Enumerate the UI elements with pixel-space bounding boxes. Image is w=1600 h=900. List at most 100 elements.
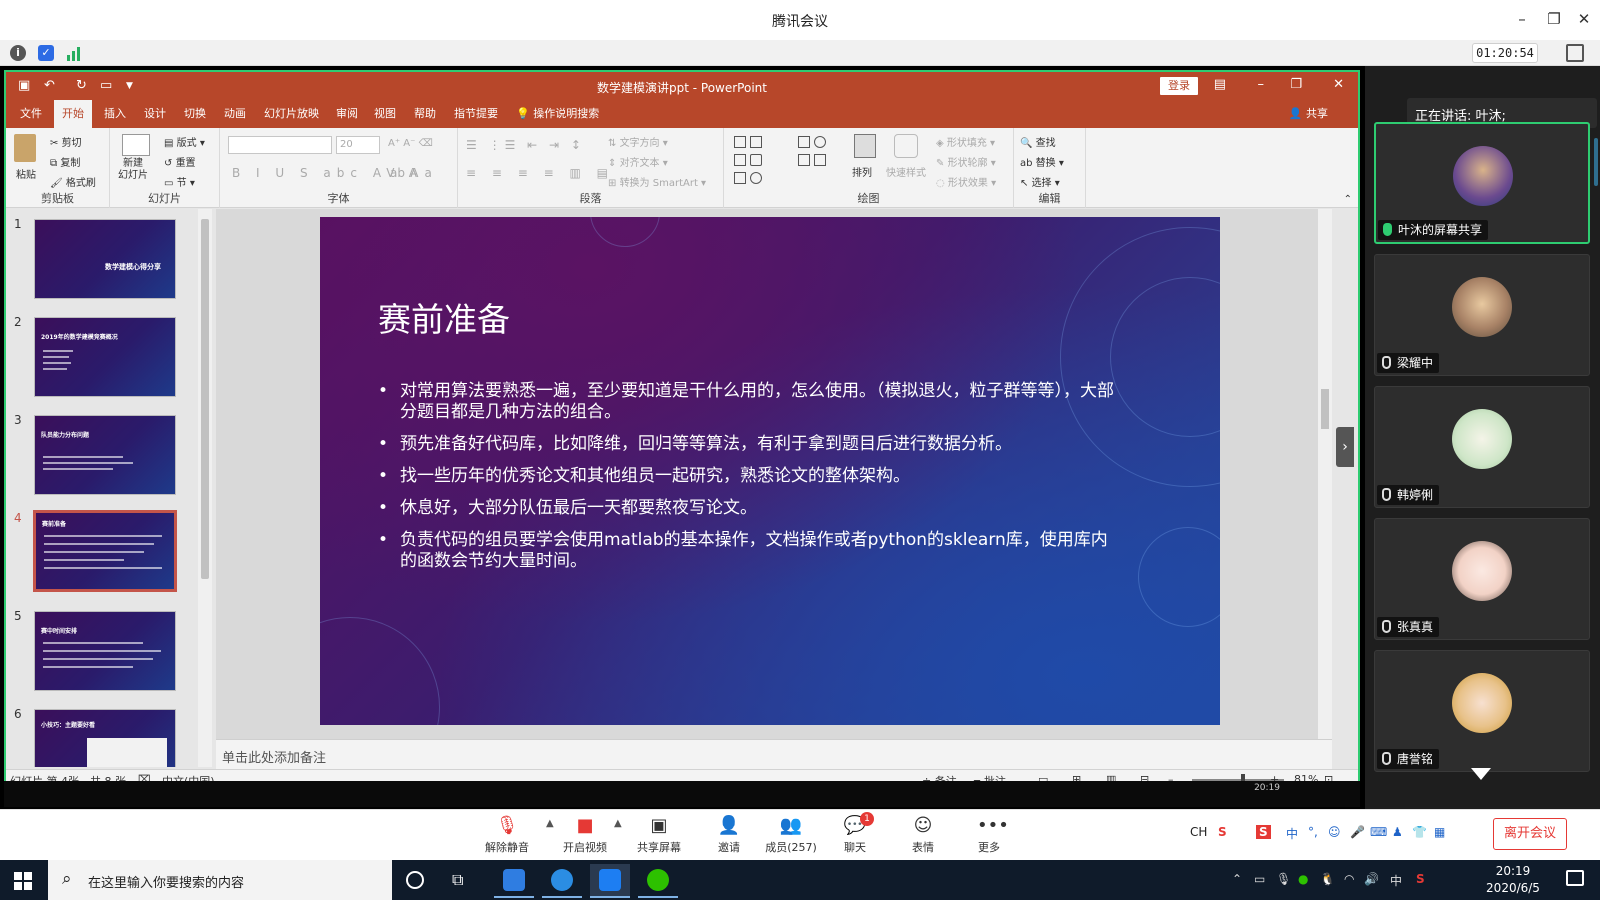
thumbnails-scrollbar[interactable] [198,209,212,767]
font-family-select[interactable] [228,136,332,154]
members-button[interactable]: 👥 成员(257) [756,813,826,859]
qq-icon[interactable]: 🐧 [1320,872,1335,886]
find-button[interactable]: 🔍 查找 [1020,134,1056,149]
slide-thumbnail-5[interactable]: 赛中时间安排 [34,611,176,691]
tab-view[interactable]: 视图 [366,100,404,128]
voice-input-icon[interactable]: 🎤 [1350,825,1365,839]
taskbar-tencent-meeting-app[interactable] [590,864,630,898]
slide-thumbnail-4[interactable]: 赛前准备 [33,510,177,592]
tab-animations[interactable]: 动画 [216,100,254,128]
ime-lang[interactable]: CH [1190,825,1207,839]
participants-scrollbar[interactable] [1594,138,1598,186]
battery-icon[interactable]: ▭ [1254,872,1265,886]
tab-slideshow[interactable]: 幻灯片放映 [256,100,327,128]
toolbox-icon[interactable]: ▦ [1434,825,1445,839]
invite-button[interactable]: 👤 邀请 [694,813,764,859]
participant-tile[interactable]: 韩婷俐 [1374,386,1590,508]
text-direction-button[interactable]: ⇅ 文字方向 ▾ [608,134,668,149]
shape-effects-button[interactable]: ◌ 形状效果 ▾ [936,174,996,189]
slide-thumbnail-3[interactable]: 队员能力分布问题 [34,415,176,495]
tab-transitions[interactable]: 切换 [176,100,214,128]
ppt-minimize-icon[interactable]: – [1258,77,1265,92]
volume-icon[interactable]: 🔊 [1364,872,1379,886]
sogou-tray-icon[interactable]: S [1416,872,1425,886]
more-button[interactable]: ••• 更多 [954,813,1024,859]
share-button[interactable]: 👤 共享 [1281,100,1336,128]
slide-thumbnail-6[interactable]: 小技巧：主题要好看 [34,709,176,767]
taskbar-search-box[interactable]: ⌕ 在这里输入你要搜索的内容 [48,860,392,900]
emoji-icon[interactable]: ☺ [1328,825,1341,839]
expand-panel-chevron-icon[interactable]: › [1336,427,1354,467]
slide-thumbnail-1[interactable]: 数学建模心得分享 [34,219,176,299]
scrollbar-thumb[interactable] [1321,389,1329,429]
ppt-close-icon[interactable]: ✕ [1333,77,1344,92]
arrange-icon[interactable] [854,134,876,158]
tab-help[interactable]: 帮助 [406,100,444,128]
sogou-icon[interactable]: S [1218,825,1227,839]
scroll-down-arrow-icon[interactable] [1471,768,1491,780]
tab-home[interactable]: 开始 [54,100,92,128]
collapse-ribbon-icon[interactable]: ⌃ [1344,194,1352,205]
participant-tile[interactable]: 唐誉铭 [1374,650,1590,772]
taskbar-wps-app[interactable] [494,864,534,898]
font-color-icon[interactable]: ab A [390,166,417,180]
sogou-logo-icon[interactable]: S [1256,825,1271,839]
layout-button[interactable]: ▤ 版式 ▾ [164,134,205,149]
select-button[interactable]: ↖ 选择 ▾ [1020,174,1060,189]
info-icon[interactable]: i [10,45,26,61]
participant-tile[interactable]: 梁耀中 [1374,254,1590,376]
start-video-button[interactable]: ■ 开启视频 [550,813,620,859]
paste-button[interactable]: 粘贴 [16,166,36,181]
chat-button[interactable]: 💬 1 聊天 [820,812,890,859]
notifications-icon[interactable] [1566,870,1584,886]
format-painter-button[interactable]: 🖌 格式刷 [50,174,96,189]
user-icon[interactable]: ♟ [1392,825,1403,839]
grow-font-icon[interactable]: A⁺ A⁻ ⌫ [388,138,433,149]
align-buttons[interactable]: ≡ ≡ ≡ ≡ ▥ ▤ [466,166,614,180]
tray-ime[interactable]: 中 [1390,872,1402,889]
skin-icon[interactable]: 👕 [1412,825,1427,839]
tab-storyboard[interactable]: 指节提要 [446,100,506,128]
arrange-button[interactable]: 排列 [852,164,872,179]
windows-start-icon[interactable] [14,872,32,890]
section-button[interactable]: ▭ 节 ▾ [164,174,195,189]
restore-icon[interactable]: ❐ [1542,8,1566,30]
ribbon-display-icon[interactable]: ▤ [1214,77,1226,92]
participant-tile[interactable]: 张真真 [1374,518,1590,640]
participant-tile[interactable]: 叶沐的屏幕共享 [1374,122,1590,244]
tab-review[interactable]: 审阅 [328,100,366,128]
task-view-icon[interactable]: ⧉ [452,870,463,890]
shape-outline-button[interactable]: ✎ 形状轮廓 ▾ [936,154,996,169]
signal-bars-icon[interactable] [66,45,82,61]
cortana-icon[interactable] [406,871,424,889]
copy-button[interactable]: ⧉ 复制 [50,154,80,169]
tab-insert[interactable]: 插入 [96,100,134,128]
tab-design[interactable]: 设计 [136,100,174,128]
taskbar-sogou-app[interactable] [542,864,582,898]
new-slide-icon[interactable] [122,134,150,156]
notes-pane[interactable]: 单击此处添加备注 [216,739,1332,769]
tell-me-search[interactable]: 💡 操作说明搜索 [508,100,607,128]
cut-button[interactable]: ✂ 剪切 [50,134,82,149]
leave-meeting-button[interactable]: 离开会议 [1493,818,1567,850]
new-slide-button[interactable]: 新建 幻灯片 [118,158,148,182]
align-text-button[interactable]: ⇕ 对齐文本 ▾ [608,154,668,169]
list-buttons[interactable]: ☰ ⋮☰ ⇤ ⇥ ↕ [466,138,585,152]
system-clock[interactable]: 20:19 2020/6/5 [1478,863,1548,897]
keyboard-icon[interactable]: ⌨ [1370,825,1387,839]
slide-bullet-list[interactable]: 对常用算法要熟悉一遍，至少要知道是干什么用的，怎么使用。（模拟退火，粒子群等等）… [378,381,1120,583]
shield-icon[interactable]: ✓ [38,45,54,61]
scrollbar-thumb[interactable] [201,219,209,579]
tab-file[interactable]: 文件 [12,100,50,128]
microphone-icon[interactable]: 🎙 [1276,872,1291,886]
ppt-restore-icon[interactable]: ❐ [1290,77,1302,92]
shape-fill-button[interactable]: ◈ 形状填充 ▾ [936,134,995,149]
editor-scrollbar[interactable] [1318,209,1332,739]
replace-button[interactable]: ab 替换 ▾ [1020,154,1064,169]
shapes-gallery[interactable] [732,134,842,190]
ime-zh-mode[interactable]: 中 [1286,825,1298,842]
wifi-icon[interactable]: ◠ [1344,872,1354,886]
tray-expand-icon[interactable]: ⌃ [1232,872,1242,886]
quick-styles-icon[interactable] [894,134,918,158]
reactions-button[interactable]: ☺ 表情 [888,813,958,859]
